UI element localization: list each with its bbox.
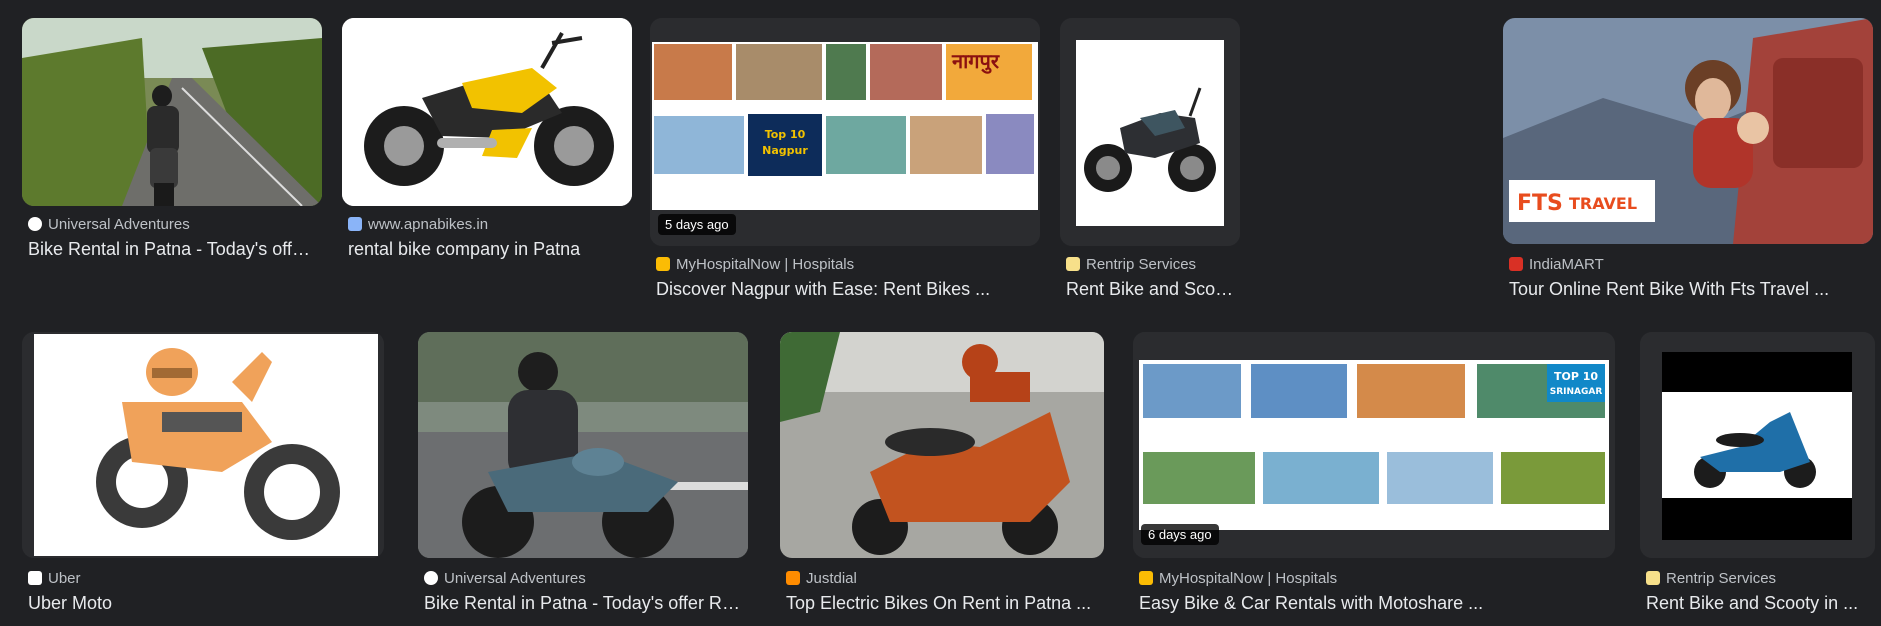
apnabikes-icon [348,217,362,231]
result-source-label: Uber [48,569,81,587]
image-result-card[interactable]: Rentrip Services Rent Bike and Scooty i.… [1060,18,1240,308]
image-result-card[interactable]: TOP 10 SRINAGAR 6 days ago MyHospitalNow… [1133,332,1615,622]
fts-logo-text: FTS [1517,191,1563,216]
result-thumbnail[interactable] [22,332,384,558]
result-title[interactable]: Rent Bike and Scooty i... [1066,277,1236,301]
orange-cartoon-bike-image [22,332,384,558]
road-rider-image [22,18,322,206]
result-source[interactable]: MyHospitalNow | Hospitals [1139,568,1611,588]
result-source[interactable]: Universal Adventures [28,214,318,234]
universal-adventures-icon [28,217,42,231]
result-title[interactable]: Easy Bike & Car Rentals with Motoshare .… [1139,591,1611,615]
myhospitalnow-icon [656,257,670,271]
result-thumbnail[interactable]: FTS TRAVEL [1503,18,1873,244]
image-result-card[interactable]: Universal Adventures Bike Rental in Patn… [22,18,322,308]
result-title[interactable]: Discover Nagpur with Ease: Rent Bikes ..… [656,277,1036,301]
uber-icon [28,571,42,585]
image-result-card[interactable]: Rentrip Services Rent Bike and Scooty in… [1640,332,1875,622]
image-result-card[interactable]: FTS TRAVEL IndiaMART Tour Online Rent Bi… [1503,18,1873,308]
top10-text: Top 10 [765,128,806,141]
blue-scooter-image [1640,332,1875,558]
result-age-badge: 6 days ago [1141,524,1219,545]
result-thumbnail[interactable] [1060,18,1240,246]
result-thumbnail[interactable] [342,18,632,206]
nagpur-hindi-text: नागपुर [951,49,1000,74]
result-thumbnail[interactable] [1640,332,1875,558]
result-source[interactable]: www.apnabikes.in [348,214,628,234]
fts-travel-text: TRAVEL [1569,194,1637,213]
result-title[interactable]: Tour Online Rent Bike With Fts Travel ..… [1509,277,1869,301]
rentrip-icon [1066,257,1080,271]
orange-scooter-image [780,332,1104,558]
result-source[interactable]: Rentrip Services [1066,254,1236,274]
image-result-card[interactable]: Uber Uber Moto [22,332,384,622]
result-source[interactable]: Rentrip Services [1646,568,1871,588]
result-source[interactable]: IndiaMART [1509,254,1869,274]
image-result-card[interactable]: नागपुर Top 10 Nagpur 5 days ago MyHospit… [650,18,1040,308]
top10-srinagar-text: TOP 10 [1554,370,1598,383]
result-title[interactable]: Uber Moto [28,591,380,615]
result-source[interactable]: Universal Adventures [424,568,744,588]
image-result-card[interactable]: Universal Adventures Bike Rental in Patn… [418,332,748,622]
universal-adventures-icon [424,571,438,585]
result-source-label: Rentrip Services [1666,569,1777,587]
result-source[interactable]: Uber [28,568,380,588]
result-source-label: www.apnabikes.in [368,215,489,233]
myhospitalnow-icon [1139,571,1153,585]
result-source-label: MyHospitalNow | Hospitals [1159,569,1338,587]
result-source[interactable]: MyHospitalNow | Hospitals [656,254,1036,274]
result-source[interactable]: Justdial [786,568,1100,588]
result-title[interactable]: Rent Bike and Scooty in ... [1646,591,1871,615]
nagpur-collage-image: नागपुर Top 10 Nagpur [650,18,1040,246]
royal-enfield-rider-image [418,332,748,558]
result-thumbnail[interactable] [22,18,322,206]
fts-travel-image: FTS TRAVEL [1503,18,1873,244]
nagpur-text: Nagpur [762,144,808,157]
result-thumbnail[interactable]: TOP 10 SRINAGAR 6 days ago [1133,332,1615,558]
result-source-label: Universal Adventures [48,215,190,233]
result-title[interactable]: Bike Rental in Patna - Today's offer Rs … [28,237,318,261]
result-title[interactable]: rental bike company in Patna [348,237,628,261]
result-source-label: Universal Adventures [444,569,586,587]
result-source-label: Rentrip Services [1086,255,1197,273]
image-result-card[interactable]: www.apnabikes.in rental bike company in … [342,18,632,308]
result-source-label: IndiaMART [1529,255,1604,273]
srinagar-text: SRINAGAR [1550,387,1603,397]
yellow-motorcycle-image [342,18,632,206]
result-thumbnail[interactable] [780,332,1104,558]
image-result-card[interactable]: Justdial Top Electric Bikes On Rent in P… [780,332,1104,622]
result-thumbnail[interactable] [418,332,748,558]
result-age-badge: 5 days ago [658,214,736,235]
result-thumbnail[interactable]: नागपुर Top 10 Nagpur 5 days ago [650,18,1040,246]
image-results-grid: Universal Adventures Bike Rental in Patn… [0,0,1881,626]
result-source-label: MyHospitalNow | Hospitals [676,255,855,273]
result-source-label: Justdial [806,569,857,587]
result-title[interactable]: Top Electric Bikes On Rent in Patna ... [786,591,1100,615]
justdial-icon [786,571,800,585]
black-motorcycle-image [1060,18,1240,246]
indiamart-icon [1509,257,1523,271]
rentrip-icon [1646,571,1660,585]
result-title[interactable]: Bike Rental in Patna - Today's offer Rs.… [424,591,744,615]
